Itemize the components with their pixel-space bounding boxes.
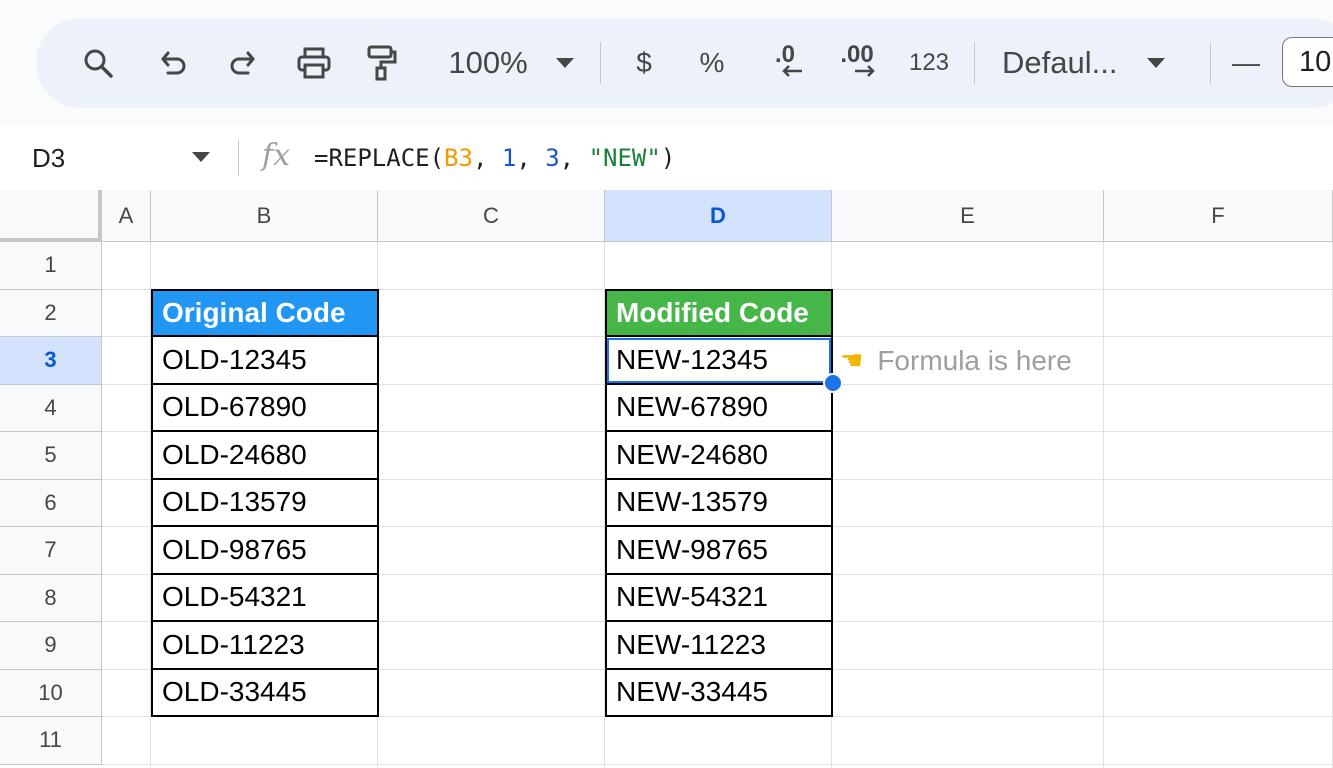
original-code-cell[interactable]: OLD-12345 xyxy=(151,335,379,385)
toolbar-divider xyxy=(974,42,975,84)
font-family-value: Defaul... xyxy=(1002,45,1118,80)
redo-icon xyxy=(230,51,255,75)
formula-note: ☚ Formula is here xyxy=(840,337,1072,385)
modified-code-cell[interactable]: NEW-67890 xyxy=(605,382,833,432)
paint-format-icon xyxy=(367,45,397,81)
row-header-6[interactable]: 6 xyxy=(0,479,102,527)
original-code-cell[interactable]: OLD-67890 xyxy=(151,382,379,432)
undo-button[interactable] xyxy=(154,18,194,108)
toolbar-divider xyxy=(1210,42,1211,84)
grid-line-vertical xyxy=(1103,242,1104,768)
row-header-5[interactable]: 5 xyxy=(0,432,102,480)
original-code-cell[interactable]: OLD-98765 xyxy=(151,525,379,575)
row-header-1[interactable]: 1 xyxy=(0,242,102,290)
column-header-d[interactable]: D xyxy=(605,190,832,242)
modified-code-cell[interactable]: NEW-12345 xyxy=(605,335,833,385)
paint-format-button[interactable] xyxy=(362,18,402,108)
chevron-down-icon xyxy=(1147,58,1166,68)
name-box[interactable]: D3 xyxy=(32,126,65,190)
font-size-input[interactable]: 10 xyxy=(1282,37,1333,87)
toolbar-divider xyxy=(600,42,601,84)
search-icon xyxy=(84,49,113,78)
modified-code-cell[interactable]: NEW-13579 xyxy=(605,477,833,527)
original-code-header[interactable]: Original Code xyxy=(151,288,379,337)
row-header-9[interactable]: 9 xyxy=(0,622,102,670)
pointing-hand-icon: ☚ xyxy=(840,345,864,376)
formula-input[interactable]: =REPLACE(B3, 1, 3, "NEW") xyxy=(314,126,675,190)
chevron-down-icon xyxy=(555,58,574,68)
arrow-right-icon xyxy=(855,65,875,77)
row-header-2[interactable]: 2 xyxy=(0,289,102,337)
column-header-a[interactable]: A xyxy=(102,190,151,242)
zoom-value: 100% xyxy=(448,45,528,80)
original-code-cell[interactable]: OLD-33445 xyxy=(151,667,379,717)
fx-icon: fx xyxy=(262,138,291,173)
select-all-corner[interactable] xyxy=(0,190,102,242)
zoom-select[interactable]: 100% xyxy=(436,18,586,108)
row-header-8[interactable]: 8 xyxy=(0,574,102,622)
more-formats-button[interactable]: 123 xyxy=(902,18,956,108)
formula-bar-divider xyxy=(238,140,239,176)
grid-line-horizontal xyxy=(102,763,1333,765)
column-header-b[interactable]: B xyxy=(151,190,378,242)
print-icon xyxy=(297,47,331,79)
original-code-cell[interactable]: OLD-13579 xyxy=(151,477,379,527)
spreadsheet-grid: A B C D E F 1 2 3 4 5 6 7 8 9 10 11 Original Code Modified… xyxy=(0,190,1333,768)
modified-code-header[interactable]: Modified Code xyxy=(605,288,833,337)
redo-button[interactable] xyxy=(222,18,262,108)
increase-decimal-button[interactable]: .00 xyxy=(832,18,882,108)
original-code-cell[interactable]: OLD-54321 xyxy=(151,572,379,622)
formula-note-text: Formula is here xyxy=(877,344,1072,376)
column-header-f[interactable]: F xyxy=(1104,190,1333,242)
formula-bar: D3 fx =REPLACE(B3, 1, 3, "NEW") xyxy=(0,126,1333,190)
column-header-e[interactable]: E xyxy=(832,190,1104,242)
row-header-4[interactable]: 4 xyxy=(0,384,102,432)
format-currency-button[interactable]: $ xyxy=(626,18,662,108)
modified-code-cell[interactable]: NEW-24680 xyxy=(605,430,833,480)
undo-icon xyxy=(161,51,186,75)
original-code-cell[interactable]: OLD-11223 xyxy=(151,620,379,670)
original-code-cell[interactable]: OLD-24680 xyxy=(151,430,379,480)
row-header-11[interactable]: 11 xyxy=(0,717,102,765)
column-header-c[interactable]: C xyxy=(378,190,605,242)
row-header-7[interactable]: 7 xyxy=(0,527,102,575)
format-percent-button[interactable]: % xyxy=(692,18,732,108)
modified-code-cell[interactable]: NEW-11223 xyxy=(605,620,833,670)
chevron-down-icon[interactable] xyxy=(192,152,210,162)
decrease-decimal-button[interactable]: .0 xyxy=(762,18,808,108)
font-family-select[interactable]: Defaul... xyxy=(1002,18,1188,108)
arrow-left-icon xyxy=(782,65,802,77)
decrease-font-size-button[interactable]: — xyxy=(1226,18,1266,108)
modified-code-cell[interactable]: NEW-98765 xyxy=(605,525,833,575)
modified-code-cell[interactable]: NEW-33445 xyxy=(605,667,833,717)
row-header-10[interactable]: 10 xyxy=(0,669,102,717)
toolbar: 100% $ % .0 .00 123 Defaul... — 10 xyxy=(36,18,1333,108)
modified-code-cell[interactable]: NEW-54321 xyxy=(605,572,833,622)
row-header-3[interactable]: 3 xyxy=(0,337,102,385)
print-button[interactable] xyxy=(292,18,336,108)
search-menus-button[interactable] xyxy=(76,18,120,108)
